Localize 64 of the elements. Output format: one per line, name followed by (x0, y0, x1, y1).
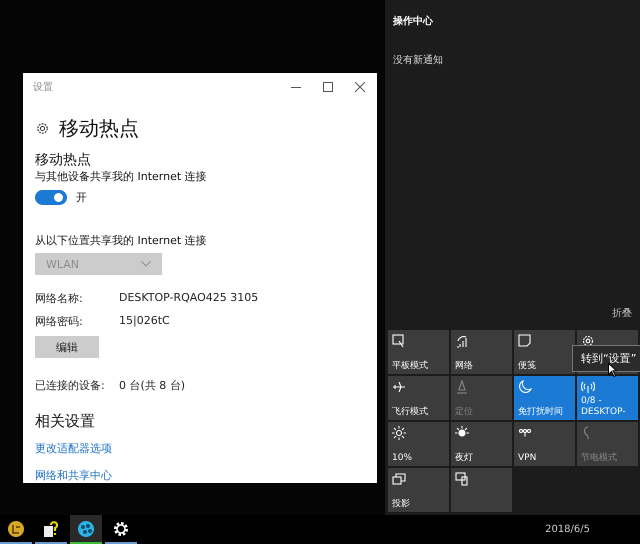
quick-action-tile[interactable]: 10% (388, 422, 449, 466)
chevron-icon (141, 261, 151, 267)
tooltip: 转到“设置” (572, 345, 640, 372)
tile-label: 节电模式 (581, 452, 618, 463)
property-label: 网络名称: (35, 291, 84, 306)
page-title: 移动热点 (59, 114, 139, 142)
quick-action-tile[interactable]: 夜灯 (451, 422, 512, 466)
connect-icon (455, 472, 469, 486)
settings-link[interactable]: 更改适配器选项 (35, 441, 112, 456)
network-icon (455, 334, 469, 348)
edit-button[interactable]: 编辑 (35, 336, 99, 358)
tile-label: 投影 (392, 498, 411, 509)
property-label: 已连接的设备: (35, 378, 106, 393)
settings-icon (581, 334, 595, 348)
tile-label: 10% (392, 452, 414, 463)
quick-action-tile[interactable]: 网络 (451, 330, 512, 374)
tile-label: 便笺 (518, 360, 537, 371)
taskbar-app-button[interactable] (70, 515, 102, 544)
tile-label: VPN (518, 452, 538, 463)
tile-label: 飞行模式 (392, 406, 429, 417)
tile-label: 定位 (455, 406, 474, 417)
toggle-switch[interactable] (35, 190, 67, 205)
project-icon (392, 472, 406, 486)
notification-message: 没有新通知 (393, 54, 444, 67)
quick-action-tile[interactable]: 便笺 (514, 330, 575, 374)
maximize-icon[interactable] (323, 82, 333, 92)
tile-label: 夜灯 (455, 452, 474, 463)
quick-action-tile[interactable]: VPN (514, 422, 575, 466)
quick-action-tile[interactable]: 平板模式 (388, 330, 449, 374)
property-value: DESKTOP-RQAO425 3105 (119, 291, 258, 306)
brightness-icon (392, 426, 406, 440)
moon-icon (518, 380, 532, 394)
collapse-link[interactable]: 折叠 (612, 306, 632, 320)
share-from-label: 从以下位置共享我的 Internet 连接 (35, 233, 207, 248)
toggle-label: 开 (76, 190, 87, 205)
quick-action-tile[interactable]: 投影 (388, 468, 449, 512)
mouse-cursor-icon (608, 363, 617, 377)
quick-action-tile[interactable]: 飞行模式 (388, 376, 449, 420)
property-label: 网络密码: (35, 314, 84, 329)
quick-action-tile[interactable]: 免打扰时间 (514, 376, 575, 420)
window-title: 设置 (33, 80, 54, 94)
hotspot-icon (581, 380, 595, 394)
action-center-title: 操作中心 (393, 14, 434, 28)
section-title: 移动热点 (35, 151, 91, 169)
help-icon (42, 520, 60, 538)
property-value: 15|026tC (119, 314, 170, 329)
quick-action-tile[interactable]: 0/8 - DESKTOP- (577, 376, 638, 420)
settings-link[interactable]: 网络和共享中心 (35, 468, 112, 483)
tile-label: 0/8 - DESKTOP- (581, 396, 627, 417)
note-icon (518, 334, 532, 348)
share-label: 与其他设备共享我的 Internet 连接 (35, 169, 207, 184)
airplane-icon (392, 380, 406, 394)
related-settings-title: 相关设置 (35, 412, 95, 431)
film-icon (77, 520, 95, 538)
taskbar-date: 2018/6/5 (545, 524, 590, 535)
tile-label: 免打扰时间 (518, 406, 564, 417)
settings-icon (112, 520, 130, 538)
tile-label: 网络 (455, 360, 474, 371)
tile-label: 平板模式 (392, 360, 429, 371)
close-icon[interactable] (355, 82, 365, 92)
tablet-icon (392, 334, 406, 348)
quick-action-tile[interactable] (451, 468, 512, 512)
property-value: 0 台(共 8 台) (119, 378, 186, 393)
gear-icon (35, 120, 50, 136)
